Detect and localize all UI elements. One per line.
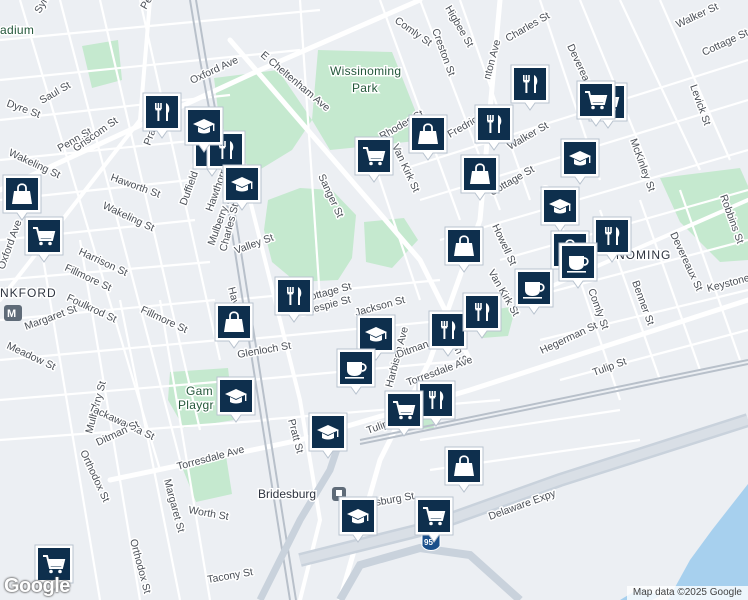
wissinoming-park-label-2: Park	[352, 81, 379, 95]
poi-pin-restaurant[interactable]	[474, 104, 514, 151]
poi-pin-cafe[interactable]	[558, 242, 598, 289]
poi-pin-restaurant[interactable]	[510, 64, 550, 111]
pin-tile	[146, 96, 178, 128]
poi-pin-shopping[interactable]	[408, 114, 448, 161]
map-canvas[interactable]: Wissinoming Park adium Gam Playgr NOMING…	[0, 0, 748, 600]
poi-pin-grocery[interactable]	[354, 136, 394, 183]
poi-pin-school[interactable]	[560, 138, 600, 185]
pin-tile	[420, 384, 452, 416]
poi-pin-school[interactable]	[222, 164, 262, 211]
map-attribution[interactable]: Map data ©2025 Google	[626, 586, 748, 600]
poi-pin-shopping[interactable]	[214, 302, 254, 349]
pin-tile	[478, 108, 510, 140]
poi-pin-shopping[interactable]	[444, 446, 484, 493]
poi-pin-grocery[interactable]	[384, 390, 424, 437]
poi-pin-restaurant[interactable]	[274, 276, 314, 323]
poi-pin-school[interactable]	[540, 186, 580, 233]
wissinoming-park-label: Wissinoming	[330, 64, 401, 78]
bridesburg-station-label: Bridesburg	[258, 487, 316, 501]
poi-pin-restaurant[interactable]	[142, 92, 182, 139]
poi-pin-restaurant[interactable]	[592, 216, 632, 263]
poi-pin-cafe[interactable]	[336, 348, 376, 395]
poi-pin-school[interactable]	[216, 376, 256, 423]
poi-pin-grocery[interactable]	[414, 496, 454, 543]
metro-icon: M	[7, 308, 16, 320]
stadium-label: adium	[0, 23, 34, 37]
pin-tile	[278, 280, 310, 312]
pin-tile	[514, 68, 546, 100]
pin-tile	[466, 296, 498, 328]
poi-pin-school[interactable]	[184, 106, 224, 153]
google-logo: Google	[4, 575, 70, 597]
poi-pin-school[interactable]	[338, 496, 378, 543]
poi-pin-shopping[interactable]	[2, 174, 42, 221]
poi-pin-shopping[interactable]	[444, 226, 484, 273]
poi-pin-restaurant[interactable]	[428, 310, 468, 357]
gambrel-label: Gam	[186, 384, 213, 398]
frankford-station-marker[interactable]: M	[4, 305, 22, 321]
pin-tile	[596, 220, 628, 252]
pin-tile	[432, 314, 464, 346]
frankford-neighborhood-label: NKFORD	[0, 286, 57, 300]
poi-pin-grocery[interactable]	[24, 216, 64, 263]
poi-pin-school[interactable]	[308, 412, 348, 459]
poi-pin-grocery[interactable]	[576, 80, 616, 127]
train-icon	[336, 490, 342, 496]
gambrel-label-2: Playgr	[178, 398, 214, 412]
poi-pin-restaurant[interactable]	[462, 292, 502, 339]
poi-pin-shopping[interactable]	[460, 154, 500, 201]
poi-pin-cafe[interactable]	[514, 268, 554, 315]
